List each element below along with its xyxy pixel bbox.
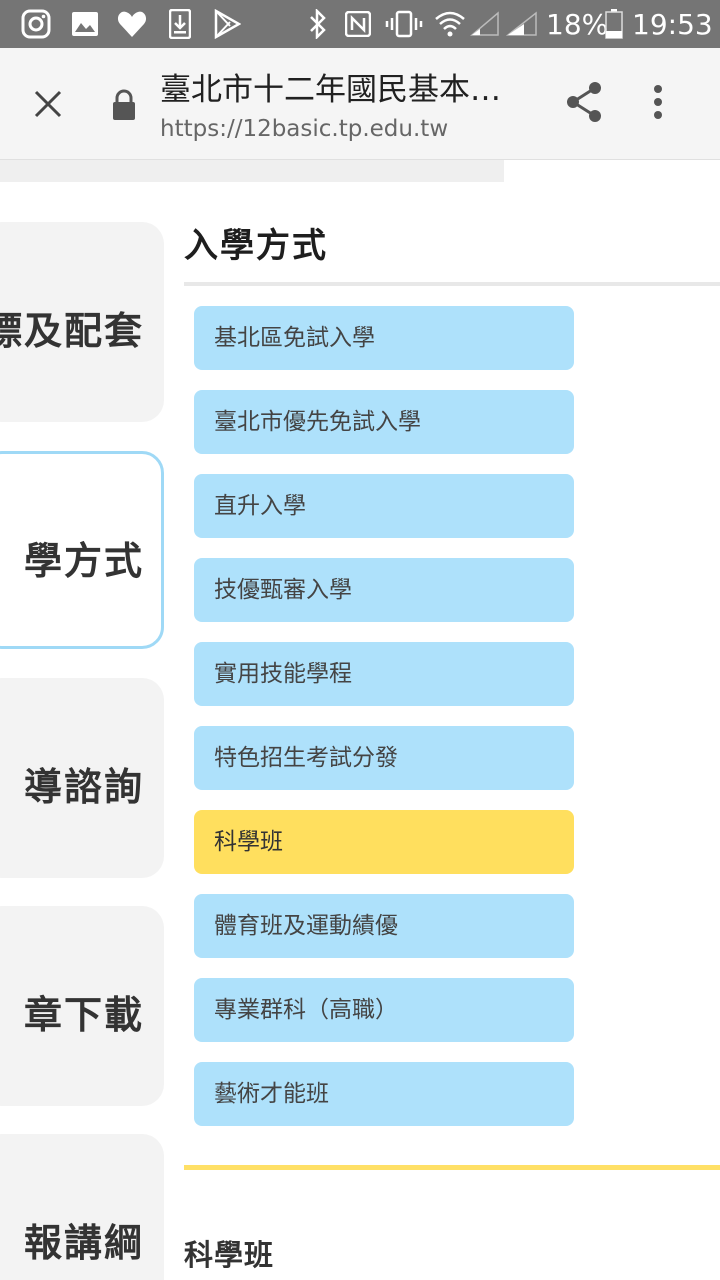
battery-icon [604,8,624,40]
list-item[interactable]: 基北區免試入學 [194,306,574,370]
signal-2-icon [506,8,538,40]
list-item[interactable]: 特色招生考試分發 [194,726,574,790]
instagram-icon [20,8,52,40]
list-item[interactable]: 藝術才能班 [194,1062,574,1126]
clock: 19:53 [632,8,713,41]
list-item[interactable]: 直升入學 [194,474,574,538]
sidebar-item-1[interactable]: 標及配套 [0,222,164,422]
image-icon [70,8,100,40]
sidebar-item-4[interactable]: 章下載 [0,906,164,1106]
nfc-icon [344,8,372,40]
section-title: 入學方式 [184,226,328,266]
list-item[interactable]: 臺北市優先免試入學 [194,390,574,454]
list-item[interactable]: 實用技能學程 [194,642,574,706]
breadcrumb [0,160,504,182]
page-title[interactable]: 臺北市十二年國民基本… [160,70,540,110]
url-text[interactable]: https://12basic.tp.edu.tw [160,114,448,144]
lock-icon [112,88,142,122]
sidebar-item-label: 標及配套 [0,308,144,353]
close-icon[interactable] [20,76,76,132]
heart-icon [116,8,148,40]
content-heading: 科學班 [184,1238,275,1272]
wifi-icon [434,8,466,40]
sidebar-item-label: 報講綱 [23,1220,144,1265]
list-item[interactable]: 體育班及運動績優 [194,894,574,958]
list-item[interactable]: 專業群科（高職） [194,978,574,1042]
sidebar-item-label: 學方式 [23,538,144,583]
more-options-icon[interactable] [652,84,696,132]
battery-percent: 18% [546,8,609,41]
admission-method-list: 基北區免試入學 臺北市優先免試入學 直升入學 技優甄審入學 實用技能學程 特色招… [194,306,574,1146]
download-icon [168,8,192,40]
share-icon[interactable] [564,80,612,128]
play-store-icon [212,8,242,40]
status-bar: 18% 19:53 [0,0,720,48]
sidebar-item-2[interactable]: 學方式 [0,451,164,649]
browser-toolbar: 臺北市十二年國民基本… https://12basic.tp.edu.tw [0,48,720,160]
bluetooth-icon [306,8,330,40]
sidebar-item-3[interactable]: 導諮詢 [0,678,164,878]
list-item[interactable]: 技優甄審入學 [194,558,574,622]
signal-icon [470,8,500,40]
sidebar-item-label: 章下載 [23,992,144,1037]
sidebar-item-label: 導諮詢 [23,764,144,809]
vibrate-icon [384,8,424,40]
section-divider [184,282,720,286]
list-item[interactable]: 科學班 [194,810,574,874]
content-divider [184,1165,720,1170]
sidebar-item-5[interactable]: 報講綱 [0,1134,164,1280]
